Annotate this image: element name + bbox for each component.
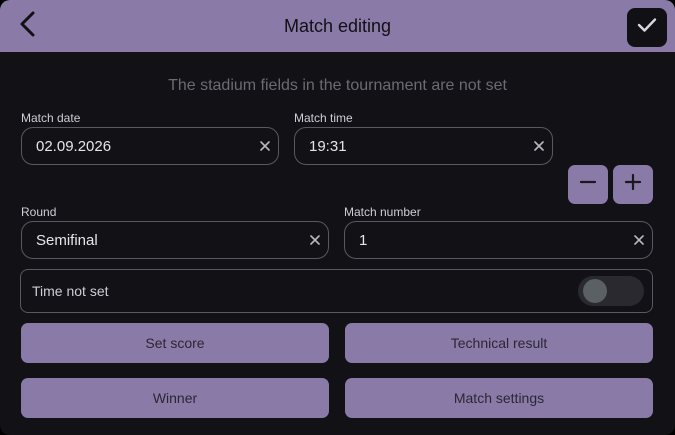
minus-icon: [579, 173, 597, 196]
time-not-set-row: Time not set: [20, 269, 653, 313]
round-label: Round: [21, 205, 57, 219]
checkmark-icon: [637, 17, 657, 38]
round-field[interactable]: Semifinal: [21, 221, 329, 259]
page-title: Match editing: [283, 15, 392, 36]
match-time-field[interactable]: 19:31: [294, 127, 553, 165]
clear-icon[interactable]: [532, 139, 546, 153]
match-editing-screen: Match editing The stadium fields in the …: [0, 0, 675, 435]
time-not-set-toggle[interactable]: [578, 276, 644, 306]
confirm-button[interactable]: [627, 8, 667, 47]
winner-button[interactable]: Winner: [21, 378, 329, 418]
match-date-field[interactable]: 02.09.2026: [21, 127, 279, 165]
match-number-value: 1: [359, 231, 368, 249]
match-date-value: 02.09.2026: [36, 137, 112, 155]
match-time-label: Match time: [294, 111, 353, 125]
clear-icon[interactable]: [258, 139, 272, 153]
match-time-value: 19:31: [309, 137, 347, 155]
clear-icon[interactable]: [308, 233, 322, 247]
decrement-button[interactable]: [568, 165, 608, 204]
set-score-button[interactable]: Set score: [21, 323, 329, 363]
plus-icon: [624, 173, 642, 196]
round-value: Semifinal: [36, 231, 98, 249]
increment-button[interactable]: [613, 165, 653, 204]
match-number-field[interactable]: 1: [344, 221, 653, 259]
match-number-label: Match number: [344, 205, 421, 219]
clear-icon[interactable]: [632, 233, 646, 247]
time-not-set-label: Time not set: [32, 283, 109, 299]
stadium-notice: The stadium fields in the tournament are…: [168, 77, 507, 94]
match-date-label: Match date: [21, 111, 81, 125]
technical-result-button[interactable]: Technical result: [345, 323, 653, 363]
header-bar: Match editing: [0, 0, 675, 52]
toggle-knob: [583, 279, 607, 303]
match-settings-button[interactable]: Match settings: [345, 378, 653, 418]
